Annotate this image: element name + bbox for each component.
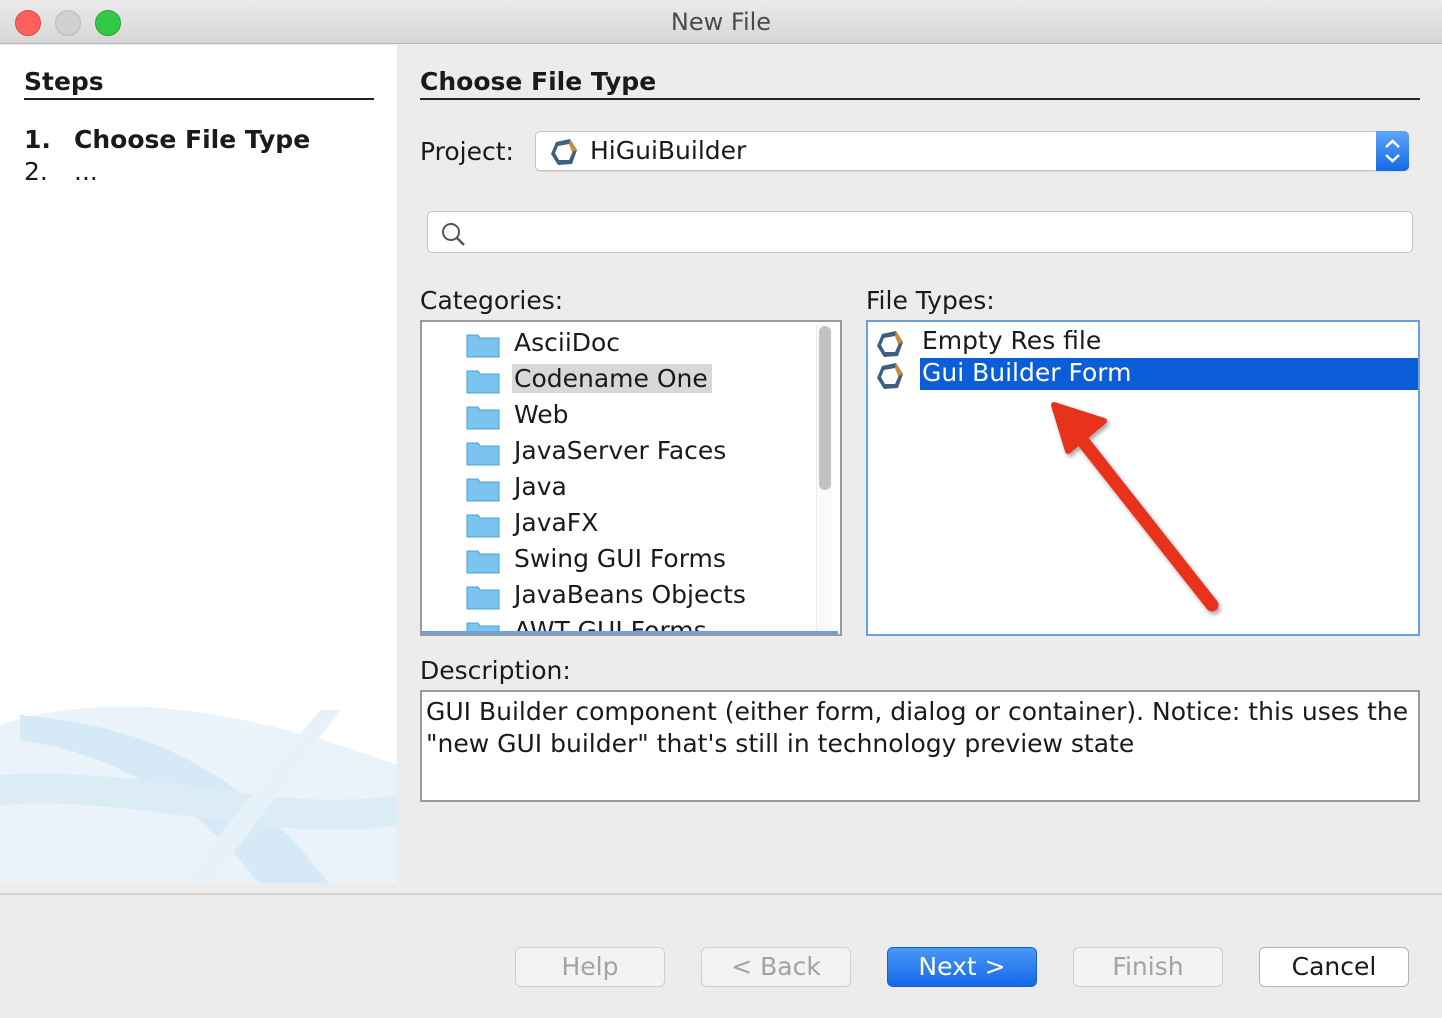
scrollbar-thumb[interactable] <box>819 326 831 490</box>
folder-icon <box>466 586 500 610</box>
back-button[interactable]: < Back <box>701 947 851 987</box>
folder-icon <box>466 514 500 538</box>
file-type-label: Gui Builder Form <box>920 358 1418 390</box>
category-item[interactable]: Java <box>466 470 826 506</box>
step-label: Choose File Type <box>74 125 311 154</box>
folder-icon <box>466 370 500 394</box>
categories-scrollbar[interactable] <box>816 324 832 634</box>
chevron-up-down-icon <box>1385 139 1400 163</box>
title-bar: New File <box>0 0 1442 44</box>
next-button[interactable]: Next > <box>887 947 1037 987</box>
folder-icon <box>466 478 500 502</box>
bottom-separator <box>0 893 1442 895</box>
search-input[interactable] <box>427 211 1413 253</box>
step-item-1: 1. Choose File Type <box>24 125 310 154</box>
project-select[interactable]: HiGuiBuilder <box>535 131 1409 171</box>
category-label: JavaFX <box>514 508 599 537</box>
steps-panel: Steps 1. Choose File Type 2.... <box>0 45 397 883</box>
decorative-swoosh-graphic <box>0 706 397 883</box>
category-item[interactable]: JavaServer Faces <box>466 434 826 470</box>
description-label: Description: <box>420 656 571 685</box>
file-types-label: File Types: <box>866 286 995 315</box>
category-item[interactable]: Swing GUI Forms <box>466 542 826 578</box>
categories-list[interactable]: AsciiDoc Codename One Web JavaServer Fac… <box>420 320 842 636</box>
steps-title: Steps <box>24 67 374 100</box>
focus-underline <box>422 631 838 634</box>
project-select-arrows[interactable] <box>1376 131 1409 171</box>
category-label: JavaBeans Objects <box>514 580 746 609</box>
step-item-2: 2.... <box>24 157 98 186</box>
category-label: Codename One <box>512 364 712 393</box>
folder-icon <box>466 406 500 430</box>
step-label: ... <box>74 157 98 186</box>
folder-icon <box>466 442 500 466</box>
category-label: Swing GUI Forms <box>514 544 726 573</box>
file-type-item-selected[interactable]: Gui Builder Form <box>870 358 1418 390</box>
categories-label: Categories: <box>420 286 564 315</box>
category-item[interactable]: AsciiDoc <box>466 326 826 362</box>
window-title: New File <box>670 8 772 36</box>
file-type-item[interactable]: Empty Res file <box>870 326 1418 358</box>
category-item[interactable]: JavaBeans Objects <box>466 578 826 614</box>
description-line: "new GUI builder" that's still in techno… <box>426 729 1135 758</box>
category-label: AsciiDoc <box>514 328 621 357</box>
category-label: Web <box>514 400 569 429</box>
folder-icon <box>466 334 500 358</box>
codename-one-file-icon <box>877 363 903 389</box>
category-label: Java <box>514 472 567 501</box>
help-button[interactable]: Help <box>515 947 665 987</box>
folder-icon <box>466 550 500 574</box>
finish-button[interactable]: Finish <box>1073 947 1223 987</box>
annotation-arrow-icon <box>1051 402 1219 612</box>
category-item[interactable]: JavaFX <box>466 506 826 542</box>
cancel-button[interactable]: Cancel <box>1259 947 1409 987</box>
file-type-label: Empty Res file <box>922 326 1102 355</box>
project-label: Project: <box>420 137 514 166</box>
section-title: Choose File Type <box>420 67 1420 100</box>
description-line: GUI Builder component (either form, dial… <box>426 697 1409 726</box>
category-label: JavaServer Faces <box>514 436 727 465</box>
description-text: GUI Builder component (either form, dial… <box>420 690 1420 802</box>
project-select-value: HiGuiBuilder <box>590 136 747 165</box>
search-icon <box>442 223 465 246</box>
step-number: 2. <box>24 157 48 186</box>
step-number: 1. <box>24 125 51 154</box>
codename-one-file-icon <box>877 331 903 357</box>
category-item[interactable]: Web <box>466 398 826 434</box>
category-item-selected[interactable]: Codename One <box>466 362 826 398</box>
codename-one-project-icon <box>551 139 577 165</box>
